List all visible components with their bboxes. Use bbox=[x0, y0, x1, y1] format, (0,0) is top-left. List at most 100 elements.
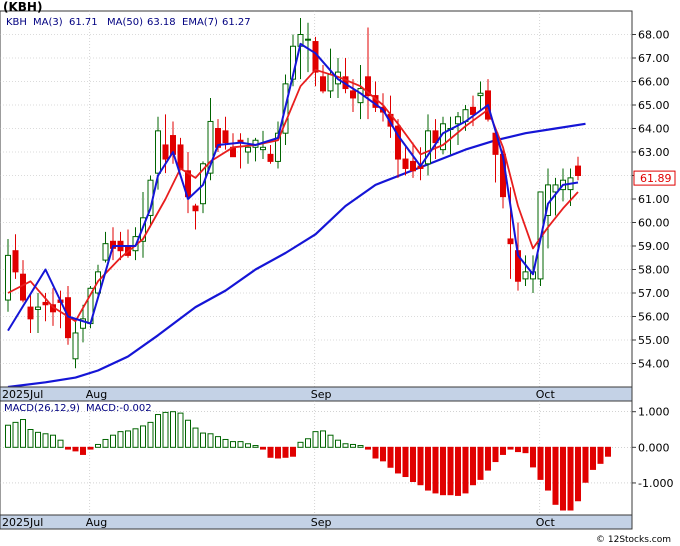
stock-chart: 54.00 55.00 56.00 57.00 58.00 59.00 60.00 61.00… bbox=[0, 0, 676, 545]
macd-bar bbox=[335, 439, 341, 448]
price-tick-label: 63.00 bbox=[638, 146, 670, 159]
price-x-tick-label: Oct bbox=[536, 388, 556, 401]
price-tick-label: 58.00 bbox=[638, 264, 670, 277]
macd-bar bbox=[402, 446, 409, 478]
macd-bar bbox=[192, 427, 199, 448]
candle-body bbox=[162, 144, 169, 160]
macd-legend-value: MACD:-0.002 bbox=[86, 403, 152, 414]
macd-bar bbox=[125, 430, 131, 448]
macd-x-tick-label: 2025Jul bbox=[2, 516, 43, 529]
legend-ma3-label: MA(3) bbox=[33, 17, 63, 28]
candle-body bbox=[177, 144, 184, 169]
macd-bar bbox=[327, 434, 334, 448]
macd-bar bbox=[417, 446, 424, 486]
macd-bar bbox=[222, 438, 229, 448]
macd-bar bbox=[252, 445, 259, 448]
candle-body bbox=[470, 106, 476, 115]
macd-bar bbox=[27, 429, 34, 448]
macd-bar bbox=[605, 446, 611, 457]
macd-x-tick-label: Sep bbox=[311, 516, 332, 529]
macd-bar bbox=[207, 433, 214, 448]
macd-bar bbox=[305, 438, 311, 448]
price-tick-label: 59.00 bbox=[638, 240, 670, 253]
macd-bar bbox=[35, 431, 41, 448]
price-tick-label: 57.00 bbox=[638, 287, 670, 300]
macd-bar bbox=[65, 446, 71, 450]
macd-bar bbox=[485, 446, 491, 471]
price-panel: 54.00 55.00 56.00 57.00 58.00 59.00 60.00 61.00… bbox=[0, 0, 676, 402]
macd-bar bbox=[147, 421, 154, 448]
macd-bar bbox=[530, 446, 536, 468]
candle-body bbox=[522, 271, 529, 280]
macd-bar bbox=[95, 443, 101, 448]
macd-bar bbox=[590, 446, 596, 470]
candle-body bbox=[192, 205, 199, 212]
price-tick-label: 61.00 bbox=[638, 193, 670, 206]
macd-bar bbox=[425, 446, 431, 491]
macd-bar bbox=[267, 446, 274, 458]
macd-bar bbox=[177, 412, 184, 448]
macd-bar bbox=[365, 446, 371, 450]
candle-body bbox=[27, 306, 34, 320]
macd-bar bbox=[477, 446, 484, 480]
macd-bar bbox=[282, 446, 289, 458]
macd-bar bbox=[50, 434, 56, 448]
macd-bar bbox=[275, 446, 281, 459]
macd-bar bbox=[575, 446, 581, 502]
price-tick-label: 60.00 bbox=[638, 217, 670, 230]
price-tick-label: 55.00 bbox=[638, 334, 670, 347]
macd-bar bbox=[440, 446, 446, 496]
macd-bar bbox=[447, 446, 454, 496]
candle-body bbox=[402, 158, 409, 169]
legend-ma50-label: MA(50) bbox=[107, 17, 143, 28]
macd-bar bbox=[492, 446, 499, 463]
legend-ema7-label: EMA(7) bbox=[182, 17, 218, 28]
macd-bar bbox=[462, 446, 469, 494]
macd-bar bbox=[117, 431, 124, 448]
candle-body bbox=[507, 238, 514, 245]
macd-bar bbox=[582, 446, 589, 483]
macd-bar bbox=[297, 441, 304, 448]
macd-x-tick-label: Oct bbox=[536, 516, 556, 529]
macd-bar bbox=[57, 439, 64, 448]
price-x-tick-label: 2025Jul bbox=[2, 388, 43, 401]
candle-body bbox=[222, 130, 229, 144]
price-tick-label: 54.00 bbox=[638, 358, 670, 371]
macd-legend-label: MACD(26,12,9) bbox=[4, 403, 80, 414]
chart-symbol: (KBH) bbox=[3, 0, 42, 14]
price-tick-label: 65.00 bbox=[638, 99, 670, 112]
macd-y-axis: 1.000 0.000 -1.000 bbox=[632, 406, 673, 490]
price-tick-label: 56.00 bbox=[638, 311, 670, 324]
macd-tick-label: 0.000 bbox=[638, 441, 670, 454]
candle-body bbox=[267, 153, 274, 162]
macd-bar bbox=[320, 430, 326, 448]
macd-bar bbox=[162, 411, 169, 448]
last-price-value: 61.89 bbox=[640, 172, 672, 185]
candle-body bbox=[20, 273, 26, 301]
candle-body bbox=[410, 160, 416, 172]
macd-bar bbox=[170, 411, 176, 448]
price-y-axis: 54.00 55.00 56.00 57.00 58.00 59.00 60.00 61.00… bbox=[632, 29, 670, 371]
macd-bar bbox=[215, 436, 221, 448]
candle-body bbox=[35, 306, 41, 310]
candle-body bbox=[102, 243, 109, 261]
watermark: © 12Stocks.com bbox=[596, 535, 671, 545]
macd-bar bbox=[342, 443, 349, 448]
macd-bar bbox=[387, 446, 394, 468]
macd-bar bbox=[357, 445, 364, 448]
legend-ema7-value: 61.27 bbox=[222, 17, 251, 28]
macd-bar bbox=[567, 446, 574, 511]
legend-ma3-value: 61.71 bbox=[69, 17, 98, 28]
macd-bar bbox=[185, 419, 191, 448]
macd-bar bbox=[507, 446, 514, 450]
macd-tick-label: 1.000 bbox=[638, 406, 670, 419]
macd-bar bbox=[72, 446, 79, 452]
candle-body bbox=[320, 76, 326, 92]
macd-bar bbox=[410, 446, 416, 483]
macd-bar bbox=[515, 446, 521, 453]
macd-bar bbox=[245, 443, 251, 448]
macd-bar bbox=[545, 446, 551, 491]
macd-bar bbox=[470, 446, 476, 486]
macd-bar bbox=[372, 446, 379, 459]
macd-bar bbox=[537, 446, 544, 480]
